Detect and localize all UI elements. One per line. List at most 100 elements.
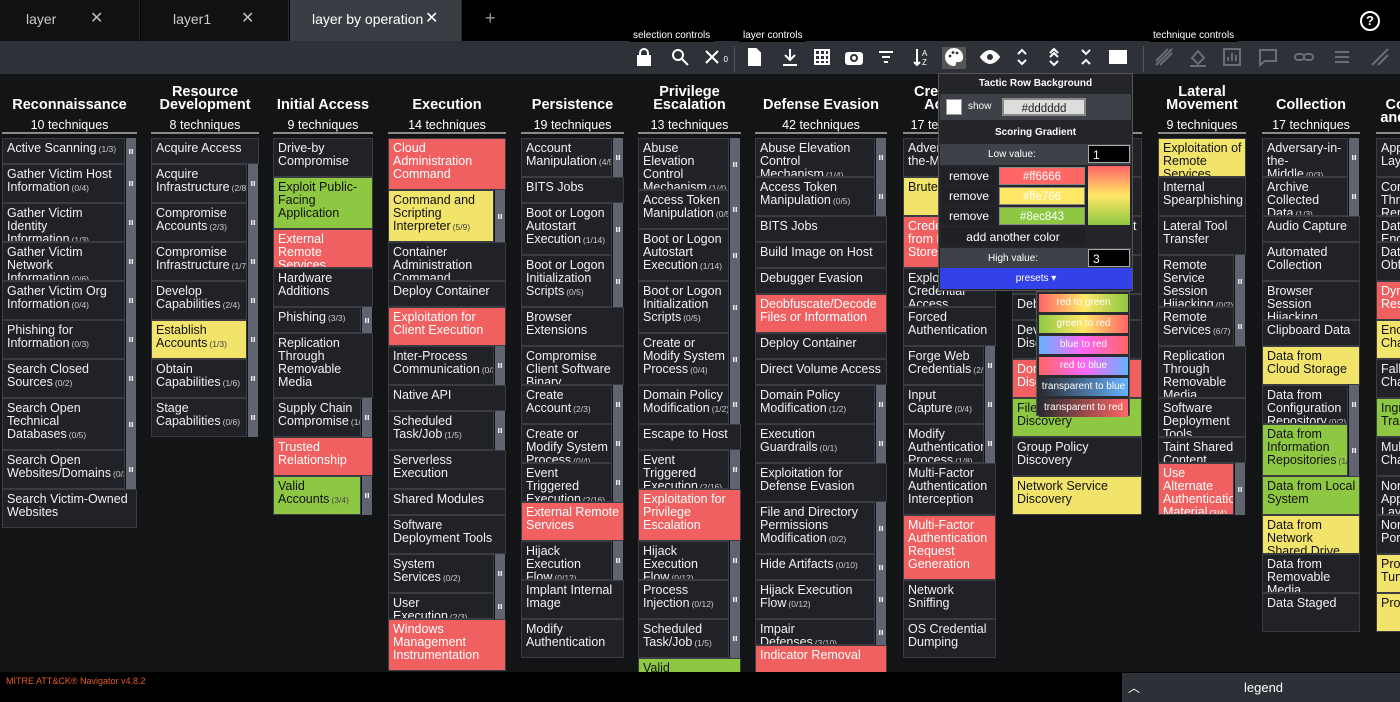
technique-cell[interactable]: Exploitation for Privilege Escalation — [638, 489, 741, 541]
tactic-name[interactable]: Command and Control — [1376, 98, 1400, 126]
technique-cell[interactable]: Input Capture (0/4) — [903, 385, 984, 424]
technique-cell[interactable]: Access Token Manipulation(0/5) — [638, 190, 729, 229]
expand-icon[interactable] — [1010, 47, 1034, 69]
technique-cell[interactable]: Native API — [388, 385, 506, 411]
technique-cell[interactable]: Search Closed Sources (0/2) — [2, 359, 125, 398]
help-icon[interactable]: ? — [1360, 11, 1380, 31]
technique-cell[interactable]: Multi-Stage Channels — [1376, 437, 1400, 476]
technique-cell[interactable]: Network Sniffing — [903, 580, 996, 619]
technique-cell[interactable]: Proxy — [1376, 593, 1400, 632]
technique-cell[interactable]: Create Account (2/3) — [521, 385, 612, 424]
technique-cell[interactable]: Hijack Execution Flow (0/12) — [638, 541, 729, 580]
technique-cell[interactable]: Compromise Accounts (2/3) — [151, 203, 247, 242]
technique-cell[interactable]: BITS Jobs — [755, 216, 887, 242]
expand-subtechniques-handle[interactable]: ıı — [248, 164, 258, 203]
expand-subtechniques-handle[interactable]: ıı — [730, 281, 740, 333]
tactic-name[interactable]: Reconnaissance — [2, 98, 137, 113]
gradient-color-2[interactable]: #ffe766 — [999, 187, 1085, 205]
technique-cell[interactable]: Escape to Host — [638, 424, 741, 450]
row-background-color-input[interactable]: #dddddd — [1002, 98, 1086, 116]
technique-cell[interactable]: Compromise Client Software Binary — [521, 346, 624, 385]
expand-subtechniques-handle[interactable]: ıı — [613, 138, 623, 177]
technique-cell[interactable]: Inter-Process Communication(0/3) — [388, 346, 494, 385]
technique-cell[interactable]: Domain Policy Modification (1/2) — [638, 385, 729, 424]
technique-cell[interactable]: Supply Chain Compromise(1/3) — [273, 398, 361, 437]
expand-subtechniques-handle[interactable]: ıı — [730, 385, 740, 424]
technique-cell[interactable]: Debugger Evasion — [755, 268, 887, 294]
expand-subtechniques-handle[interactable]: ıı — [876, 554, 886, 580]
technique-cell[interactable]: Internal Spearphishing — [1158, 177, 1246, 216]
disable-technique-icon[interactable] — [1152, 47, 1176, 69]
technique-cell[interactable]: Search Open Technical Databases (0/5) — [2, 398, 125, 450]
comment-icon[interactable] — [1256, 47, 1280, 69]
technique-cell[interactable]: Account Manipulation(4/5) — [521, 138, 612, 177]
technique-cell[interactable]: Develop Capabilities (2/4) — [151, 281, 247, 320]
technique-cell[interactable]: Windows Management Instrumentation — [388, 619, 506, 671]
technique-cell[interactable]: File and Directory Permissions Modificat… — [755, 502, 875, 554]
technique-cell[interactable]: Command and Scripting Interpreter (5/9) — [388, 190, 494, 242]
expand-subtechniques-handle[interactable]: ıı — [126, 203, 136, 242]
technique-cell[interactable]: Domain Policy Modification (1/2) — [755, 385, 875, 424]
technique-cell[interactable]: Data from Information Repositories(1/3) — [1262, 424, 1348, 476]
technique-cell[interactable]: External Remote Services — [273, 229, 373, 268]
scoring-icon[interactable] — [1220, 47, 1244, 69]
expand-subtechniques-handle[interactable]: ıı — [876, 619, 886, 645]
technique-cell[interactable]: Exploit Public-Facing Application — [273, 177, 373, 229]
expand-subtechniques-handle[interactable]: ıı — [126, 359, 136, 398]
technique-cell[interactable]: Hijack Execution Flow (0/12) — [755, 580, 875, 619]
technique-cell[interactable]: Dynamic Resolution — [1376, 281, 1400, 320]
expand-subtechniques-handle[interactable]: ıı — [495, 190, 505, 242]
expand-subtechniques-handle[interactable]: ıı — [495, 346, 505, 385]
expand-subtechniques-handle[interactable]: ıı — [613, 255, 623, 307]
technique-cell[interactable]: Compromise Infrastructure(1/7) — [151, 242, 247, 281]
eye-icon[interactable] — [978, 47, 1002, 69]
expand-subtechniques-handle[interactable]: ıı — [248, 281, 258, 320]
technique-cell[interactable]: Abuse Elevation Control Mechanism (1/4) — [755, 138, 875, 177]
technique-cell[interactable]: Automated Collection — [1262, 242, 1360, 281]
remove-color-button-3[interactable]: remove — [941, 207, 997, 225]
technique-cell[interactable]: Fallback Channels — [1376, 359, 1400, 398]
expand-subtechniques-handle[interactable]: ıı — [1235, 255, 1245, 307]
technique-cell[interactable]: Event Triggered Execution (2/16) — [638, 450, 729, 489]
lock-icon[interactable] — [632, 47, 656, 69]
technique-cell[interactable]: Access Token Manipulation(0/5) — [755, 177, 875, 216]
technique-cell[interactable]: Archive Collected Data (1/3) — [1262, 177, 1348, 216]
technique-cell[interactable]: Cloud Administration Command — [388, 138, 506, 190]
expand-subtechniques-handle[interactable]: ıı — [362, 307, 372, 333]
tactic-name[interactable]: Defense Evasion — [755, 98, 887, 113]
expand-subtechniques-handle[interactable]: ıı — [248, 203, 258, 242]
technique-cell[interactable]: Replication Through Removable Media — [273, 333, 373, 398]
technique-cell[interactable]: Hide Artifacts (0/10) — [755, 554, 875, 580]
expand-subtechniques-handle[interactable]: ıı — [730, 333, 740, 385]
presets-dropdown[interactable]: presets ▾ — [940, 268, 1132, 289]
technique-cell[interactable]: Gather Victim Org Information (0/4) — [2, 281, 125, 320]
technique-cell[interactable]: Data from Network Shared Drive — [1262, 515, 1360, 554]
technique-cell[interactable]: Obtain Capabilities (1/6) — [151, 359, 247, 398]
technique-cell[interactable]: Boot or Logon Autostart Execution (1/14) — [521, 203, 612, 255]
expand-subtechniques-handle[interactable]: ıı — [495, 411, 505, 450]
technique-cell[interactable]: Browser Extensions — [521, 307, 624, 346]
expand-subtechniques-handle[interactable]: ıı — [495, 593, 505, 619]
tactic-name[interactable]: Execution — [388, 98, 506, 113]
technique-cell[interactable]: Stage Capabilities (0/6) — [151, 398, 247, 437]
technique-cell[interactable]: Remote Service Session Hijacking (0/2) — [1158, 255, 1234, 307]
sort-icon[interactable]: AZ — [910, 47, 934, 69]
tactic-name[interactable]: Persistence — [521, 98, 624, 113]
expand-subtechniques-handle[interactable]: ıı — [985, 424, 995, 463]
gradient-color-3[interactable]: #8ec843 — [999, 207, 1085, 225]
technique-cell[interactable]: Multi-Factor Authentication Request Gene… — [903, 515, 996, 580]
technique-cell[interactable]: Data Encoding — [1376, 216, 1400, 242]
tactic-name[interactable]: Lateral Movement — [1158, 85, 1246, 113]
technique-cell[interactable]: Indicator Removal — [755, 645, 887, 672]
technique-cell[interactable]: Scheduled Task/Job (1/5) — [638, 619, 729, 658]
technique-cell[interactable]: Boot or Logon Initialization Scripts (0/5… — [521, 255, 612, 307]
technique-cell[interactable]: Hijack Execution Flow (0/12) — [521, 541, 612, 580]
technique-cell[interactable]: Data from Local System — [1262, 476, 1360, 515]
technique-cell[interactable]: Communication Through Removable Media — [1376, 177, 1400, 216]
technique-cell[interactable]: Network Service Discovery — [1012, 476, 1142, 515]
technique-cell[interactable]: Forge Web Credentials(2/2) — [903, 346, 984, 385]
technique-cell[interactable]: Exploitation of Remote Services — [1158, 138, 1246, 177]
expand-subtechniques-handle[interactable]: ıı — [126, 138, 136, 164]
color-setup-icon[interactable] — [942, 47, 966, 69]
technique-cell[interactable]: Modify Authentication Process (1/8) — [903, 424, 984, 463]
